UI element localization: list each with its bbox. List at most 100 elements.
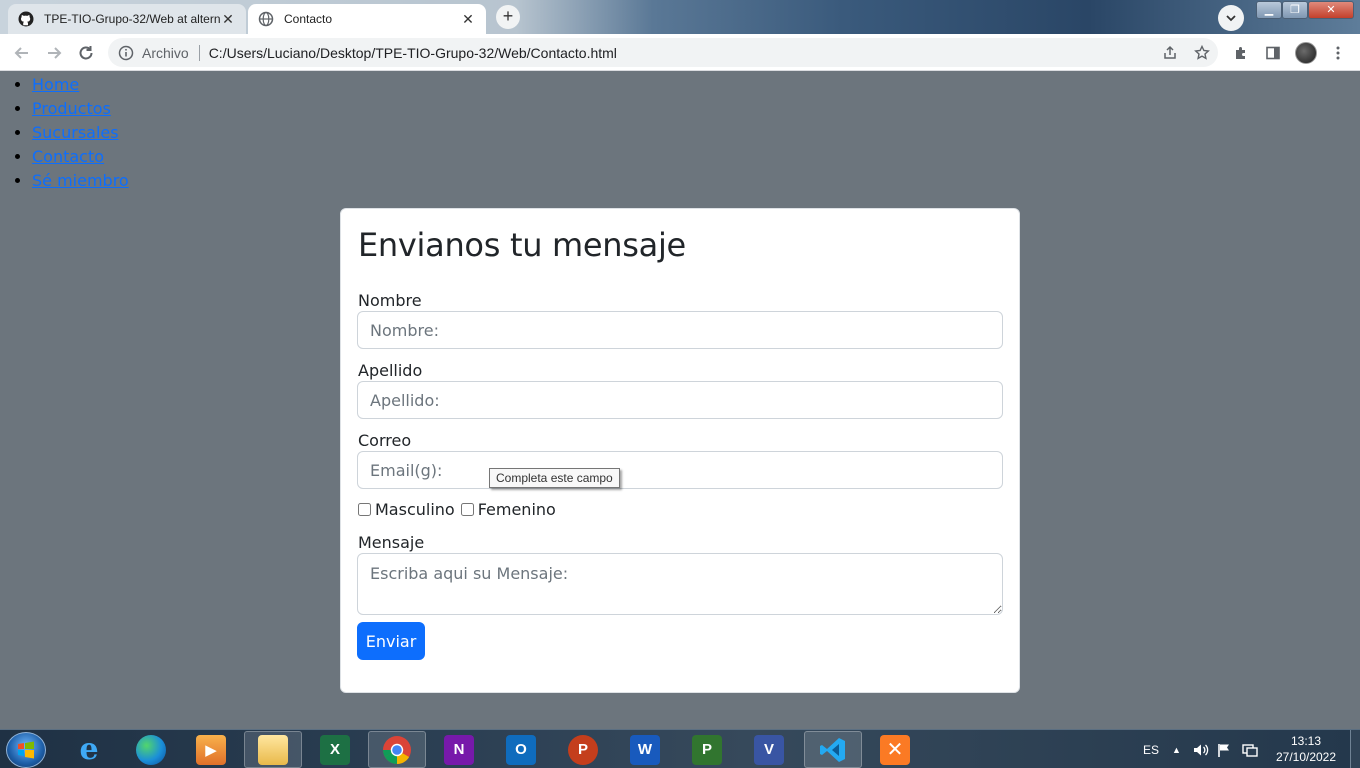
start-button[interactable] (6, 732, 46, 768)
profile-button[interactable] (1294, 41, 1318, 65)
taskbar-clock[interactable]: 13:13 27/10/2022 (1270, 733, 1342, 765)
share-button[interactable] (1154, 43, 1186, 63)
speaker-icon (1194, 744, 1209, 755)
taskbar-internet-explorer[interactable]: e (60, 731, 118, 768)
taskbar-onenote[interactable]: N (430, 731, 488, 768)
enviar-button[interactable]: Enviar (357, 622, 425, 660)
nav-link-contacto[interactable]: Contacto (32, 147, 104, 166)
reload-icon (79, 46, 93, 60)
forward-arrow-icon (48, 47, 62, 59)
mensaje-label: Mensaje (358, 533, 425, 552)
visio-icon: V (754, 734, 784, 765)
new-tab-button[interactable]: + (496, 5, 520, 29)
minimize-button[interactable]: ▁ (1256, 1, 1282, 19)
share-icon (1164, 45, 1176, 59)
windows-logo-icon (18, 741, 34, 759)
action-center-button[interactable] (1216, 730, 1232, 768)
taskbar-visio[interactable]: V (740, 731, 798, 768)
taskbar-word[interactable]: W (616, 731, 674, 768)
network-icon (1242, 743, 1258, 757)
taskbar-media-player[interactable]: ▶ (182, 731, 240, 768)
browser-toolbar: Archivo C:/Users/Luciano/Desktop/TPE-TIO… (0, 34, 1360, 71)
avatar (1295, 42, 1317, 64)
menu-button[interactable] (1326, 41, 1350, 65)
kebab-menu-icon (1336, 46, 1340, 60)
close-tab-icon[interactable]: ✕ (220, 11, 236, 28)
option-femenino: Femenino (460, 500, 556, 519)
project-icon: P (692, 734, 722, 765)
taskbar-excel[interactable]: X (306, 731, 364, 768)
taskbar-xampp[interactable]: ✕ (866, 731, 924, 768)
browser-tab-strip: TPE-TIO-Grupo-32/Web at alterna ✕ Contac… (0, 0, 1360, 34)
reload-button[interactable] (75, 42, 97, 64)
show-desktop-button[interactable] (1350, 730, 1360, 768)
forward-button[interactable] (43, 42, 65, 64)
nav-link-se-miembro[interactable]: Sé miembro (32, 171, 129, 190)
outlook-icon: O (506, 734, 536, 765)
xampp-icon: ✕ (880, 734, 910, 765)
powerpoint-icon: P (568, 734, 598, 765)
nav-link-sucursales[interactable]: Sucursales (32, 123, 119, 142)
back-button[interactable] (11, 42, 33, 64)
back-arrow-icon (14, 47, 28, 59)
side-panel-button[interactable] (1261, 41, 1285, 65)
nav-link-home[interactable]: Home (32, 75, 79, 94)
folder-icon (258, 734, 288, 765)
github-icon (18, 11, 34, 27)
chevron-down-icon (1226, 15, 1236, 22)
close-window-button[interactable]: ✕ (1308, 1, 1354, 19)
network-button[interactable] (1241, 730, 1259, 768)
femenino-label: Femenino (477, 500, 556, 519)
nav-item-productos: Productos (32, 97, 129, 121)
address-bar[interactable]: Archivo C:/Users/Luciano/Desktop/TPE-TIO… (108, 38, 1218, 67)
nav-item-se-miembro: Sé miembro (32, 169, 129, 193)
email-field[interactable] (357, 451, 1003, 489)
taskbar-powerpoint[interactable]: P (554, 731, 612, 768)
clock-date: 27/10/2022 (1275, 750, 1337, 764)
url-text[interactable]: C:/Users/Luciano/Desktop/TPE-TIO-Grupo-3… (209, 45, 1154, 61)
onenote-icon: N (444, 734, 474, 765)
excel-icon: X (320, 734, 350, 765)
apellido-label: Apellido (358, 361, 423, 380)
star-icon (1194, 44, 1210, 60)
side-panel-icon (1266, 46, 1280, 60)
vscode-icon (820, 737, 845, 762)
divider (198, 44, 200, 61)
nombre-field[interactable] (357, 311, 1003, 349)
taskbar-edge[interactable] (122, 731, 180, 768)
word-icon: W (630, 734, 660, 765)
show-hidden-icons-button[interactable]: ▲ (1172, 730, 1181, 768)
taskbar-project[interactable]: P (678, 731, 736, 768)
taskbar-vscode[interactable] (804, 731, 862, 768)
validation-tooltip: Completa este campo (489, 468, 620, 488)
info-icon[interactable] (118, 45, 134, 61)
bookmark-button[interactable] (1186, 43, 1218, 63)
mensaje-field[interactable] (357, 553, 1003, 615)
taskbar-chrome[interactable] (368, 731, 426, 768)
taskbar-file-explorer[interactable] (244, 731, 302, 768)
masculino-checkbox[interactable] (358, 503, 371, 516)
tab-contacto[interactable]: Contacto ✕ (248, 4, 486, 34)
nav-item-sucursales: Sucursales (32, 121, 129, 145)
volume-button[interactable] (1192, 730, 1210, 768)
taskbar: e ▶ X N O P W P V ✕ ES ▲ 13:13 27/10/202… (0, 729, 1360, 768)
taskbar-outlook[interactable]: O (492, 731, 550, 768)
tab-title: TPE-TIO-Grupo-32/Web at alterna (44, 12, 220, 26)
extensions-button[interactable] (1229, 41, 1253, 65)
femenino-checkbox[interactable] (460, 503, 474, 516)
media-player-icon: ▶ (196, 734, 226, 765)
page-viewport: Home Productos Sucursales Contacto Sé mi… (0, 71, 1360, 729)
chrome-icon (383, 735, 411, 764)
nav-link-productos[interactable]: Productos (32, 99, 111, 118)
tab-github[interactable]: TPE-TIO-Grupo-32/Web at alterna ✕ (8, 4, 246, 34)
edge-icon (136, 734, 166, 765)
tab-title: Contacto (284, 12, 333, 26)
language-indicator[interactable]: ES (1143, 730, 1159, 768)
form-title: Envianos tu mensaje (358, 226, 686, 264)
site-nav: Home Productos Sucursales Contacto Sé mi… (32, 73, 129, 193)
tab-search-button[interactable] (1218, 5, 1244, 31)
apellido-field[interactable] (357, 381, 1003, 419)
nav-item-home: Home (32, 73, 129, 97)
maximize-button[interactable]: ❐ (1282, 1, 1308, 19)
close-tab-icon[interactable]: ✕ (460, 11, 476, 28)
